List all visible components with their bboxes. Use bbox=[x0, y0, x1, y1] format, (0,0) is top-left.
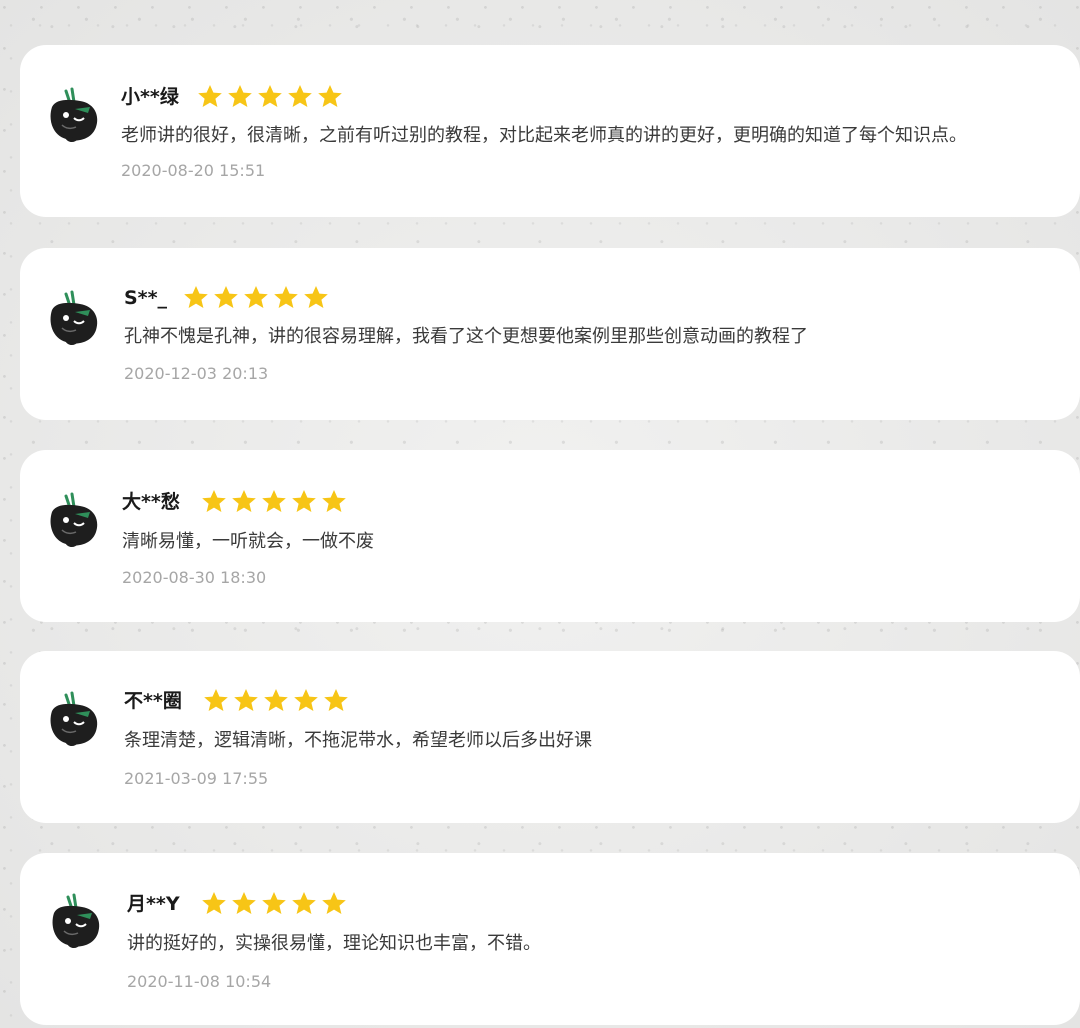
star-icon bbox=[322, 490, 346, 512]
username: 月**Y bbox=[127, 893, 180, 915]
review-card: S**_ 孔神不愧是孔神，讲的很容易理解，我看了这个更想要他案例里那些创意动画的… bbox=[20, 248, 1080, 420]
review-timestamp: 2020-08-30 18:30 bbox=[122, 568, 267, 587]
star-rating bbox=[201, 489, 347, 514]
review-text: 清晰易懂，一听就会，一做不废 bbox=[122, 531, 374, 552]
star-icon bbox=[318, 85, 342, 107]
review-timestamp: 2020-12-03 20:13 bbox=[124, 364, 269, 383]
star-rating bbox=[201, 891, 347, 916]
review-text: 条理清楚，逻辑清晰，不拖泥带水，希望老师以后多出好课 bbox=[124, 730, 592, 751]
star-icon bbox=[204, 689, 228, 711]
star-icon bbox=[292, 490, 316, 512]
cartoon-avatar-icon bbox=[50, 691, 98, 747]
review-card: 小**绿 老师讲的很好，很清晰，之前有听过别的教程，对比起来老师真的讲的更好，更… bbox=[20, 45, 1080, 217]
star-icon bbox=[234, 689, 258, 711]
star-icon bbox=[262, 490, 286, 512]
star-icon bbox=[202, 490, 226, 512]
star-icon bbox=[202, 892, 226, 914]
star-rating bbox=[183, 285, 329, 310]
star-icon bbox=[228, 85, 252, 107]
star-icon bbox=[262, 892, 286, 914]
star-icon bbox=[274, 286, 298, 308]
star-icon bbox=[184, 286, 208, 308]
review-timestamp: 2021-03-09 17:55 bbox=[124, 769, 269, 788]
star-icon bbox=[264, 689, 288, 711]
review-timestamp: 2020-08-20 15:51 bbox=[121, 161, 266, 180]
star-icon bbox=[294, 689, 318, 711]
star-rating bbox=[197, 84, 343, 109]
star-icon bbox=[232, 892, 256, 914]
username: S**_ bbox=[124, 287, 168, 309]
review-card: 大**愁 清晰易懂，一听就会，一做不废 2020-08-30 18:30 bbox=[20, 450, 1080, 622]
review-text: 讲的挺好的，实操很易懂，理论知识也丰富，不错。 bbox=[127, 933, 541, 954]
star-icon bbox=[198, 85, 222, 107]
star-icon bbox=[322, 892, 346, 914]
star-icon bbox=[304, 286, 328, 308]
review-card: 不**圈 条理清楚，逻辑清晰，不拖泥带水，希望老师以后多出好课 2021-03-… bbox=[20, 651, 1080, 823]
star-icon bbox=[292, 892, 316, 914]
star-rating bbox=[203, 688, 349, 713]
review-card: 月**Y 讲的挺好的，实操很易懂，理论知识也丰富，不错。 2020-11-08 … bbox=[20, 853, 1080, 1025]
star-icon bbox=[214, 286, 238, 308]
review-text: 老师讲的很好，很清晰，之前有听过别的教程，对比起来老师真的讲的更好，更明确的知道… bbox=[121, 125, 967, 146]
star-icon bbox=[324, 689, 348, 711]
review-text: 孔神不愧是孔神，讲的很容易理解，我看了这个更想要他案例里那些创意动画的教程了 bbox=[124, 326, 808, 347]
star-icon bbox=[258, 85, 282, 107]
cartoon-avatar-icon bbox=[52, 893, 100, 949]
cartoon-avatar-icon bbox=[50, 87, 98, 143]
cartoon-avatar-icon bbox=[50, 492, 98, 548]
cartoon-avatar-icon bbox=[50, 290, 98, 346]
username: 小**绿 bbox=[121, 86, 179, 108]
reviews-page: { "rating_color": "#f7c516", "reviews": … bbox=[0, 0, 1080, 1028]
star-icon bbox=[244, 286, 268, 308]
star-icon bbox=[232, 490, 256, 512]
username: 不**圈 bbox=[124, 690, 182, 712]
username: 大**愁 bbox=[122, 491, 180, 513]
review-timestamp: 2020-11-08 10:54 bbox=[127, 972, 272, 991]
star-icon bbox=[288, 85, 312, 107]
